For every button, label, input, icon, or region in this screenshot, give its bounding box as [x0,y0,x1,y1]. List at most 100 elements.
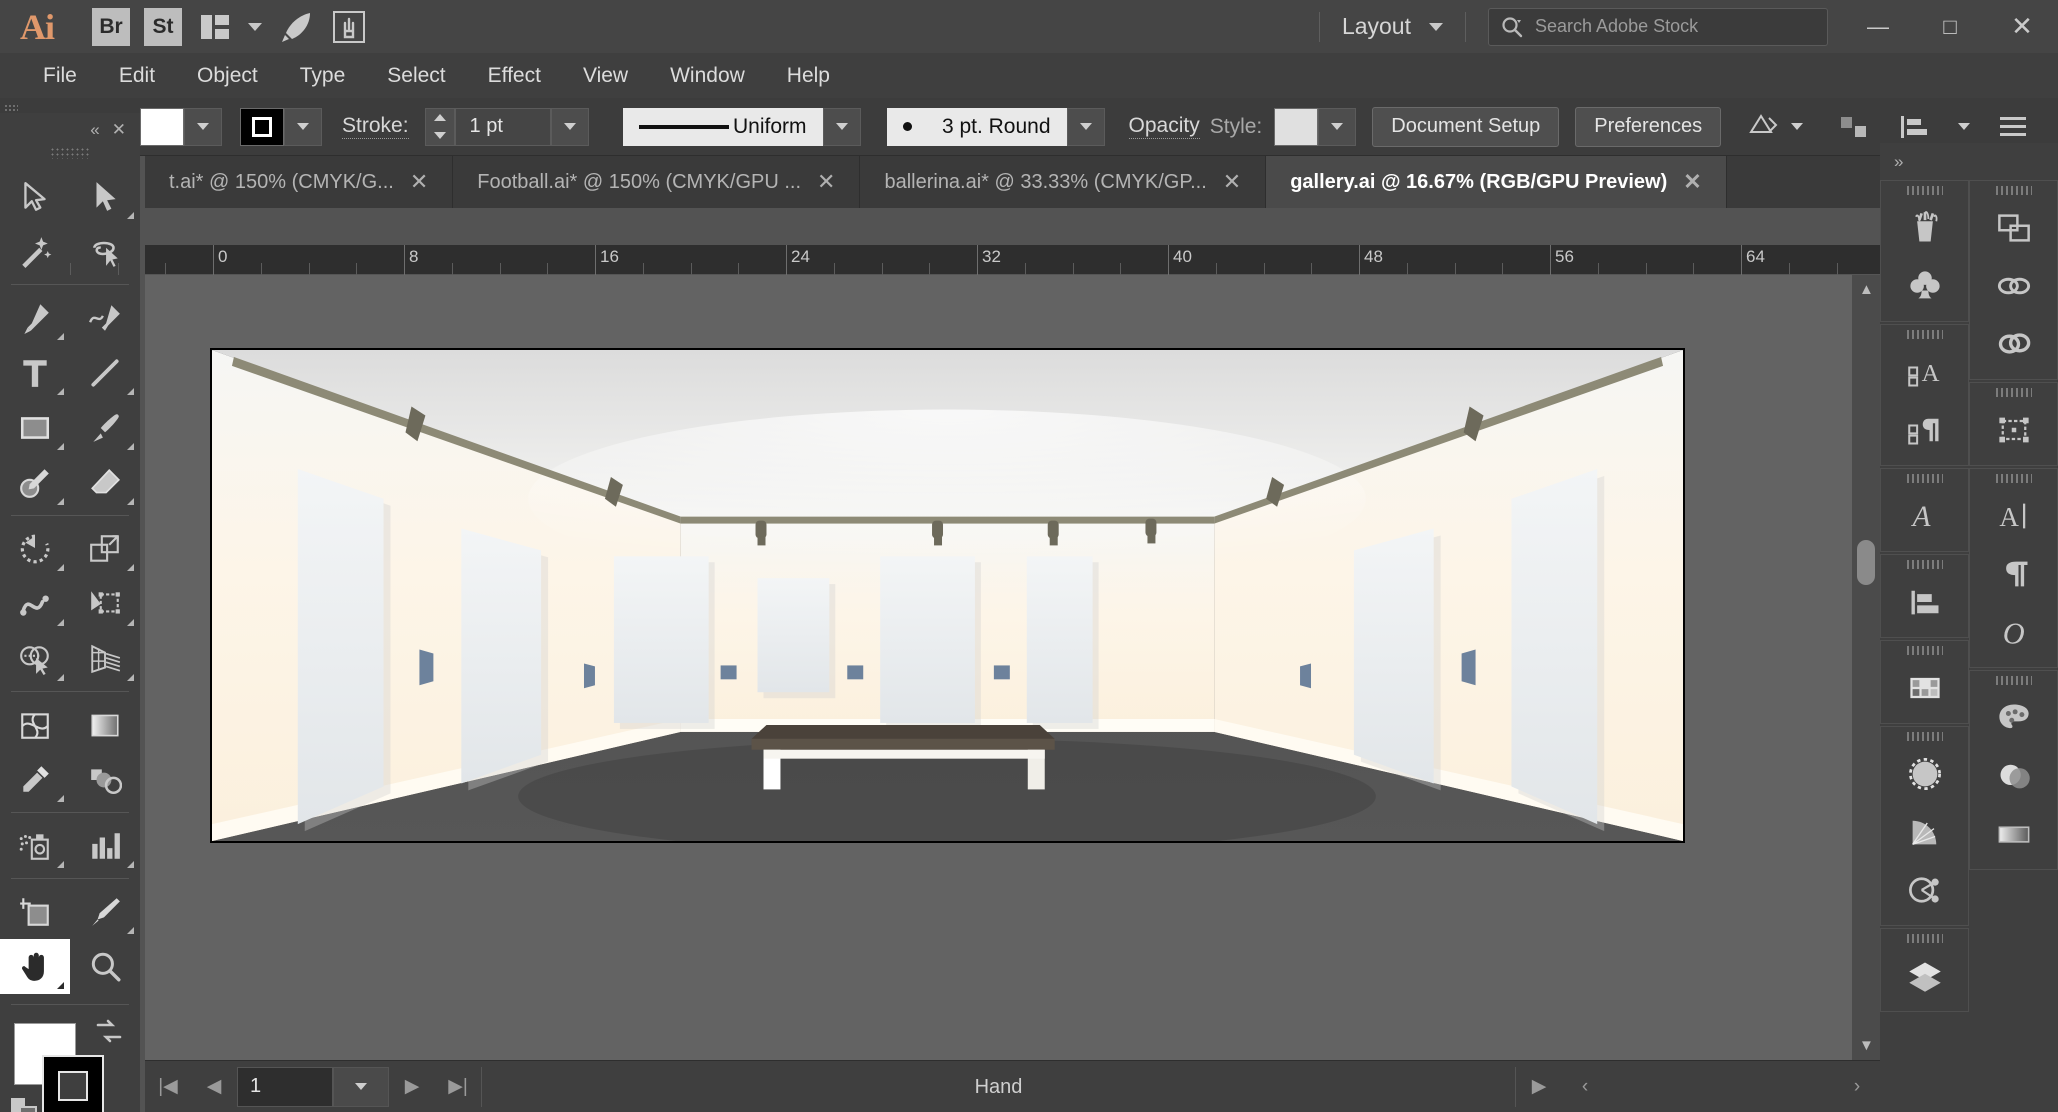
select-similar-control[interactable] [1747,112,1804,142]
magic-wand-tool[interactable] [0,224,70,279]
double-chevron-right-icon[interactable]: » [1894,152,1903,172]
stroke-profile-control[interactable]: Uniform [622,107,861,146]
panel-3d[interactable] [1881,803,1968,861]
canvas-vertical-scrollbar[interactable]: ▲ ▼ [1852,275,1880,1060]
panel-glyphs[interactable]: A [1881,487,1968,545]
fill-dropdown-chevron[interactable] [184,107,222,146]
panel-brushes[interactable] [1881,199,1968,257]
group-grip[interactable] [1970,181,2057,199]
stroke-dropdown-chevron[interactable] [284,107,322,146]
blend-tool[interactable] [70,752,140,807]
shaper-tool[interactable] [0,455,70,510]
double-chevron-left-icon[interactable]: « [90,120,99,140]
panel-graphic-styles[interactable] [1881,861,1968,919]
free-transform-tool[interactable] [70,576,140,631]
mesh-tool[interactable] [0,697,70,752]
active-tool-status[interactable]: Hand [481,1066,1516,1107]
stroke-profile-dropdown[interactable] [822,107,861,146]
menu-type[interactable]: Type [279,53,367,98]
vertical-scroll-thumb[interactable] [1857,540,1875,585]
width-tool[interactable] [0,576,70,631]
panel-color[interactable] [1970,689,2057,747]
close-icon[interactable]: ✕ [817,169,835,195]
panel-creative-cloud[interactable] [1970,315,2057,373]
eyedropper-tool[interactable] [0,752,70,807]
style-swatch[interactable] [1274,107,1319,146]
horizontal-ruler[interactable]: 0 8 16 24 32 40 48 56 64 [69,245,1886,275]
brush-definition-control[interactable]: 3 pt. Round [886,107,1105,146]
document-tab-3-active[interactable]: gallery.ai @ 16.67% (RGB/GPU Preview) ✕ [1266,156,1727,208]
stroke-color-control[interactable] [240,107,322,146]
group-grip[interactable] [1881,555,1968,573]
menu-view[interactable]: View [562,53,649,98]
group-grip[interactable] [1970,469,2057,487]
transform-icon[interactable] [1838,112,1870,142]
close-icon[interactable]: ✕ [410,169,428,195]
group-grip[interactable] [1881,469,1968,487]
type-tool[interactable] [0,345,70,400]
panel-transform[interactable] [1970,401,2057,459]
panel-gradient[interactable] [1970,805,2057,863]
menu-edit[interactable]: Edit [98,53,176,98]
panel-paragraph-styles[interactable] [1881,401,1968,459]
rotate-tool[interactable] [0,521,70,576]
group-grip[interactable] [1881,641,1968,659]
panel-character-styles[interactable]: A [1881,343,1968,401]
group-grip[interactable] [1970,383,2057,401]
panel-swatches[interactable] [1881,659,1968,717]
workspace-switcher[interactable]: Layout [1320,13,1465,40]
touch-workspace-icon[interactable] [332,10,366,44]
scroll-up-icon[interactable]: ▲ [1859,281,1874,298]
horizontal-scrollbar[interactable] [1608,1076,1984,1098]
group-grip[interactable] [1970,671,2057,689]
curvature-tool[interactable] [70,290,140,345]
perspective-grid-tool[interactable] [70,631,140,686]
panel-links[interactable] [1970,257,2057,315]
eraser-tool[interactable] [70,455,140,510]
brush-dropdown[interactable] [1066,107,1105,146]
artboard-tool[interactable] [0,884,70,939]
scale-tool[interactable] [70,521,140,576]
document-setup-button[interactable]: Document Setup [1372,106,1560,147]
panel-opentype[interactable]: O [1970,603,2057,661]
page-dropdown-chevron[interactable] [333,1066,389,1107]
first-page-icon[interactable]: |◀ [145,1061,191,1112]
scroll-right-icon[interactable]: › [1834,1061,1880,1112]
menu-effect[interactable]: Effect [467,53,562,98]
document-tab-1[interactable]: Football.ai* @ 150% (CMYK/GPU ... ✕ [453,156,861,208]
panel-appearance[interactable] [1970,747,2057,805]
rectangle-tool[interactable] [0,400,70,455]
stock-button[interactable]: St [144,7,182,46]
panel-layers[interactable] [1881,947,1968,1005]
menu-help[interactable]: Help [766,53,851,98]
page-number-input[interactable]: 1 [237,1066,333,1107]
symbol-sprayer-tool[interactable] [0,818,70,873]
arrange-documents-icon[interactable] [200,14,230,40]
status-menu-arrow-icon[interactable]: ▶ [1516,1061,1562,1112]
stroke-weight-input[interactable]: 1 pt [454,107,551,146]
canvas-area[interactable]: ▲ ▼ [145,275,1880,1060]
line-segment-tool[interactable] [70,345,140,400]
shape-builder-tool[interactable] [0,631,70,686]
column-graph-tool[interactable] [70,818,140,873]
menu-window[interactable]: Window [649,53,766,98]
group-grip[interactable] [1881,929,1968,947]
pen-tool[interactable] [0,290,70,345]
rocket-icon[interactable] [280,11,314,43]
paintbrush-tool[interactable] [70,400,140,455]
stroke-profile-value-wrap[interactable]: Uniform [622,107,823,146]
previous-page-icon[interactable]: ◀ [191,1061,237,1112]
panel-character[interactable]: A [1970,487,2057,545]
chevron-down-icon[interactable] [1791,123,1804,130]
stroke-weight-dropdown[interactable] [550,107,589,146]
close-button[interactable]: ✕ [1986,0,2058,53]
chevron-down-icon[interactable] [1958,123,1970,130]
default-fill-stroke-icon[interactable] [8,1095,40,1112]
group-grip[interactable] [1881,325,1968,343]
lasso-tool[interactable] [70,224,140,279]
stroke-swatch[interactable] [240,107,284,146]
bridge-button[interactable]: Br [92,7,130,46]
menu-object[interactable]: Object [176,53,279,98]
swap-fill-stroke-icon[interactable] [94,1019,124,1051]
close-icon[interactable]: ✕ [112,120,126,140]
